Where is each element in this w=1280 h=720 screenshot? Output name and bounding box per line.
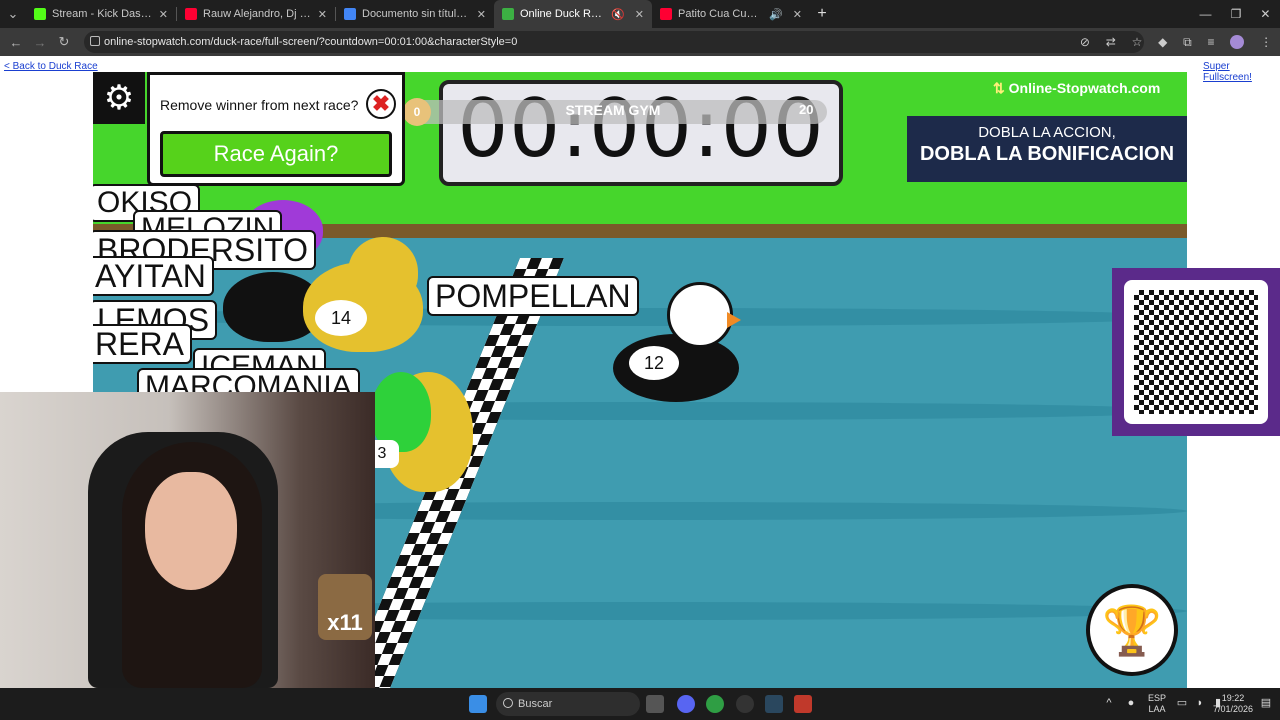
bookmark-star-icon[interactable]: ☆ <box>1132 35 1143 49</box>
menu-icon[interactable]: ⋮ <box>1260 35 1272 49</box>
webcam-person-face <box>145 472 237 590</box>
new-tab-button[interactable]: + <box>810 5 834 23</box>
close-window-icon[interactable]: ✕ <box>1260 7 1270 21</box>
remove-winner-question: Remove winner from next race? <box>160 97 359 113</box>
search-placeholder: Buscar <box>518 698 553 710</box>
tab-docs[interactable]: Documento sin título - Docum ✕ <box>336 0 494 28</box>
windows-start-icon[interactable] <box>469 695 487 713</box>
close-tab-icon[interactable]: ✕ <box>635 8 644 21</box>
reload-icon[interactable]: ↻ <box>52 34 76 50</box>
duck-number: 14 <box>315 300 367 336</box>
window-controls: — ❐ ✕ <box>1190 0 1280 28</box>
promo-banner: DOBLA LA ACCION, DOBLA LA BONIFICACION <box>907 116 1187 182</box>
race-again-button[interactable]: Race Again? <box>160 131 392 177</box>
reading-list-icon[interactable]: ≡ <box>1208 35 1215 49</box>
mute-icon[interactable]: 🔇 <box>611 8 625 21</box>
goal-start-value: 0 <box>403 98 431 126</box>
app-icon[interactable] <box>794 695 812 713</box>
winner-number: 12 <box>629 346 679 380</box>
tab-duck-race[interactable]: Online Duck Race Game 🔇 ✕ <box>494 0 652 28</box>
obs-icon[interactable] <box>736 695 754 713</box>
chrome-icon[interactable] <box>706 695 724 713</box>
tab-youtube-music[interactable]: Rauw Alejandro, Dj Playero - Dí ✕ <box>177 0 335 28</box>
super-fullscreen-link[interactable]: Super Fullscreen! <box>1203 61 1280 83</box>
notifications-icon[interactable]: ▤ <box>1258 688 1274 720</box>
back-to-duck-race-link[interactable]: < Back to Duck Race <box>4 61 98 72</box>
maximize-icon[interactable]: ❐ <box>1231 7 1242 21</box>
page-content: < Back to Duck Race Super Fullscreen! 00… <box>0 56 1280 688</box>
url-field[interactable]: online-stopwatch.com/duck-race/full-scre… <box>84 31 1144 53</box>
timer-display: 00:00:00 <box>439 80 843 186</box>
clock-date: 7/01/2026 <box>1212 704 1254 714</box>
webcam-overlay: x11 <box>0 392 375 688</box>
keyboard-layout: LAA <box>1148 704 1166 714</box>
tab-search-button[interactable]: ⌄ <box>0 6 26 22</box>
microphone-icon[interactable]: ● <box>1122 688 1140 720</box>
racer-label: AYITAN <box>93 256 214 296</box>
winner-duck-head <box>667 282 733 348</box>
tab-youtube[interactable]: Patito Cua Cua - YouTube 🔊 ✕ <box>652 0 810 28</box>
race-finished-popup: Remove winner from next race? ✖ Race Aga… <box>147 72 405 186</box>
task-view-icon[interactable] <box>646 695 664 713</box>
docs-icon <box>344 8 356 20</box>
qr-code <box>1124 280 1268 424</box>
tray-expand-icon[interactable]: ^ <box>1100 688 1118 720</box>
promo-line-2: DOBLA LA BONIFICACION <box>919 143 1175 165</box>
taskbar-search[interactable]: Buscar <box>496 692 640 716</box>
discord-icon[interactable] <box>677 695 695 713</box>
search-icon <box>503 698 513 708</box>
audio-icon[interactable]: 🔊 <box>769 8 783 21</box>
language-code: ESP <box>1147 693 1166 704</box>
clock[interactable]: 19:22 7/01/2026 <box>1210 688 1256 720</box>
translate-icon[interactable]: ⇄ <box>1106 35 1116 49</box>
winner-label: POMPELLAN <box>427 276 639 316</box>
clock-time: 19:22 <box>1221 693 1245 704</box>
kick-icon <box>34 8 46 20</box>
close-tab-icon[interactable]: ✕ <box>159 8 168 21</box>
duck-race-icon <box>502 8 514 20</box>
minimize-icon[interactable]: — <box>1200 7 1212 21</box>
extensions-puzzle-icon[interactable]: ⧉ <box>1183 35 1192 50</box>
youtube-icon <box>185 8 197 20</box>
close-icon[interactable]: ✖ <box>366 89 396 119</box>
close-tab-icon[interactable]: ✕ <box>793 8 802 21</box>
brand-arrows-icon: ⇅ <box>993 80 1005 96</box>
brand-text: Online-Stopwatch.com <box>1008 80 1161 96</box>
taskbar: Buscar ^ ● ESP LAA ▭ ◗ ▮ 19:22 7/01/2026… <box>0 688 1280 720</box>
close-tab-icon[interactable]: ✕ <box>477 8 486 21</box>
promo-line-1: DOBLA LA ACCION, <box>978 124 1116 141</box>
tab-kick[interactable]: Stream - Kick Dashboard ✕ <box>26 0 176 28</box>
qr-code-panel <box>1112 268 1280 436</box>
site-info-icon[interactable] <box>90 36 100 46</box>
back-icon[interactable]: ← <box>4 35 28 50</box>
goal-label: STREAM GYM <box>565 102 661 118</box>
youtube-icon <box>660 8 672 20</box>
tab-strip: ⌄ Stream - Kick Dashboard ✕ Rauw Alejand… <box>0 0 1280 28</box>
trophy-icon[interactable]: 🏆 <box>1086 584 1178 676</box>
duck <box>348 237 418 307</box>
goal-end-value: 20 <box>799 102 814 117</box>
network-icon[interactable]: ▭ <box>1174 688 1190 720</box>
forward-icon[interactable]: → <box>28 35 52 50</box>
steam-icon[interactable] <box>765 695 783 713</box>
extension-icon[interactable]: ◆ <box>1158 35 1167 49</box>
racer-label: RERA <box>93 324 192 364</box>
url-text: online-stopwatch.com/duck-race/full-scre… <box>104 36 518 48</box>
timer-value: 00:00:00 <box>457 82 825 175</box>
screen: { "browser": { "tabs": [ {"title": "Stre… <box>0 0 1280 720</box>
brand-logo[interactable]: ⇅ Online-Stopwatch.com <box>993 80 1160 97</box>
winner-duck-beak <box>727 312 741 328</box>
webcam-sticker: x11 <box>318 574 372 640</box>
profile-avatar[interactable] <box>1230 35 1245 49</box>
language-indicator[interactable]: ESP LAA <box>1144 688 1170 720</box>
no-tracking-icon[interactable]: ⊘ <box>1080 35 1090 49</box>
close-tab-icon[interactable]: ✕ <box>318 8 327 21</box>
toolbar-actions: ⊘ ⇄ ☆ ◆ ⧉ ≡ ⋮ <box>1072 28 1280 56</box>
settings-gear-icon[interactable]: ⚙ <box>93 72 145 124</box>
volume-icon[interactable]: ◗ <box>1192 688 1208 720</box>
